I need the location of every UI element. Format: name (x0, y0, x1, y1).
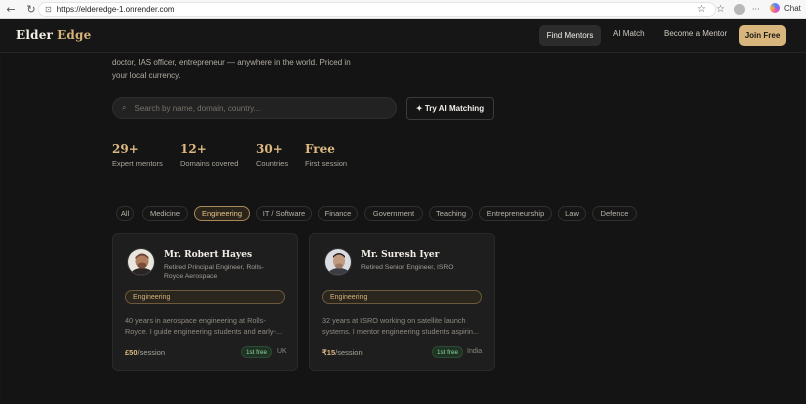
stat-first-session: Free First session (305, 142, 347, 168)
mentor-description: 32 years at ISRO working on satellite la… (322, 315, 484, 337)
mentor-domain-tag: Engineering (125, 290, 285, 304)
mentor-role: Retired Senior Engineer, ISRO (361, 263, 486, 272)
mentor-card[interactable]: Mr. Robert Hayes Retired Principal Engin… (112, 233, 298, 371)
mentor-price: £50/session (125, 348, 165, 357)
search-bar[interactable]: ⌕ (112, 97, 397, 119)
url-text[interactable]: https://elderedge-1.onrender.com (57, 5, 175, 14)
page: Elder Edge Find Mentors AI Match Become a… (0, 19, 806, 404)
stat-value: 29+ (112, 142, 139, 156)
nav-find-mentors[interactable]: Find Mentors (539, 25, 601, 46)
filter-chip-law[interactable]: Law (558, 206, 586, 221)
price-amount: ₹15 (322, 348, 336, 357)
back-icon[interactable]: ← (4, 2, 18, 16)
address-bar[interactable]: ⊡ https://elderedge-1.onrender.com (38, 2, 716, 17)
mentor-domain-tag: Engineering (322, 290, 482, 304)
stat-domains: 12+ Domains covered (180, 142, 238, 168)
chat-label: Chat (784, 3, 801, 13)
try-ai-matching-button[interactable]: ✦ Try AI Matching (406, 97, 494, 120)
stat-mentors: 29+ Expert mentors (112, 142, 163, 168)
filter-chip-finance[interactable]: Finance (318, 206, 358, 221)
copilot-chat-button[interactable]: Chat (770, 3, 801, 13)
filter-chip-medicine[interactable]: Medicine (142, 206, 188, 221)
hero-intro-line-1: doctor, IAS officer, entrepreneur — anyw… (112, 58, 351, 67)
mentor-card[interactable]: Mr. Suresh Iyer Retired Senior Engineer,… (309, 233, 495, 371)
copilot-icon (770, 3, 780, 13)
filter-chip-entrepreneurship[interactable]: Entrepreneurship (479, 206, 552, 221)
mentor-avatar (127, 248, 155, 276)
hero-intro: doctor, IAS officer, entrepreneur — anyw… (112, 56, 382, 82)
mentor-description: 40 years in aerospace engineering at Rol… (125, 315, 287, 337)
mentor-description-line-1: 32 years at ISRO working on satellite la… (322, 316, 466, 325)
mentor-price: ₹15/session (322, 348, 363, 357)
nav-become-mentor[interactable]: Become a Mentor (664, 29, 727, 38)
site-logo[interactable]: Elder Edge (16, 28, 91, 42)
mentor-role-line-2: Royce Aerospace (164, 273, 218, 280)
mentor-name[interactable]: Mr. Suresh Iyer (361, 250, 439, 260)
stat-label: Countries (256, 159, 289, 168)
price-unit: /session (137, 348, 166, 357)
filter-chip-it-software[interactable]: IT / Software (256, 206, 312, 221)
mentor-name[interactable]: Mr. Robert Hayes (164, 250, 252, 260)
mentor-avatar (324, 248, 352, 276)
mentor-description-line-2: Royce. I guide engineering students and … (125, 327, 282, 336)
mentor-country: India (467, 348, 483, 355)
stat-label: Expert mentors (112, 159, 163, 168)
mentor-role: Retired Principal Engineer, Rolls- Royce… (164, 263, 289, 281)
reload-icon[interactable]: ↻ (24, 2, 38, 16)
price-amount: £50 (125, 348, 138, 357)
mentor-description-line-2: systems. I mentor engineering students a… (322, 327, 479, 336)
filter-chip-all[interactable]: All (116, 206, 134, 221)
more-options-icon[interactable]: ··· (752, 2, 760, 17)
first-free-badge: 1st free (432, 346, 463, 358)
hero-intro-line-2: your local currency. (112, 71, 181, 80)
collections-icon[interactable]: ☆ (716, 2, 725, 17)
price-unit: /session (335, 348, 363, 357)
logo-accent: Edge (57, 28, 92, 42)
stat-countries: 30+ Countries (256, 142, 288, 168)
join-free-button[interactable]: Join Free (739, 25, 786, 46)
mentor-role-line-1: Retired Senior Engineer, ISRO (361, 264, 454, 271)
stat-label: First session (305, 159, 348, 168)
stat-value: 30+ (256, 142, 283, 156)
stat-value: 12+ (180, 142, 207, 156)
filter-chip-defence[interactable]: Defence (592, 206, 637, 221)
site-info-icon[interactable]: ⊡ (45, 5, 52, 14)
top-navigation: Elder Edge Find Mentors AI Match Become a… (0, 19, 806, 53)
nav-ai-match[interactable]: AI Match (613, 29, 645, 38)
mentor-country: UK (277, 348, 287, 355)
browser-toolbar: ← ↻ ⊡ https://elderedge-1.onrender.com ☆… (0, 0, 806, 19)
search-icon: ⌕ (122, 103, 127, 112)
stat-value: Free (305, 142, 335, 156)
search-input[interactable] (134, 103, 375, 113)
mentor-role-line-1: Retired Principal Engineer, Rolls- (164, 264, 264, 271)
filter-chip-engineering[interactable]: Engineering (194, 206, 250, 221)
first-free-badge: 1st free (241, 346, 272, 358)
filter-chip-government[interactable]: Government (364, 206, 423, 221)
favorite-star-icon[interactable]: ☆ (697, 2, 706, 17)
logo-primary: Elder (16, 28, 54, 42)
stat-label: Domains covered (180, 159, 239, 168)
profile-icon[interactable] (734, 2, 745, 17)
filter-chip-teaching[interactable]: Teaching (429, 206, 473, 221)
mentor-description-line-1: 40 years in aerospace engineering at Rol… (125, 316, 266, 325)
